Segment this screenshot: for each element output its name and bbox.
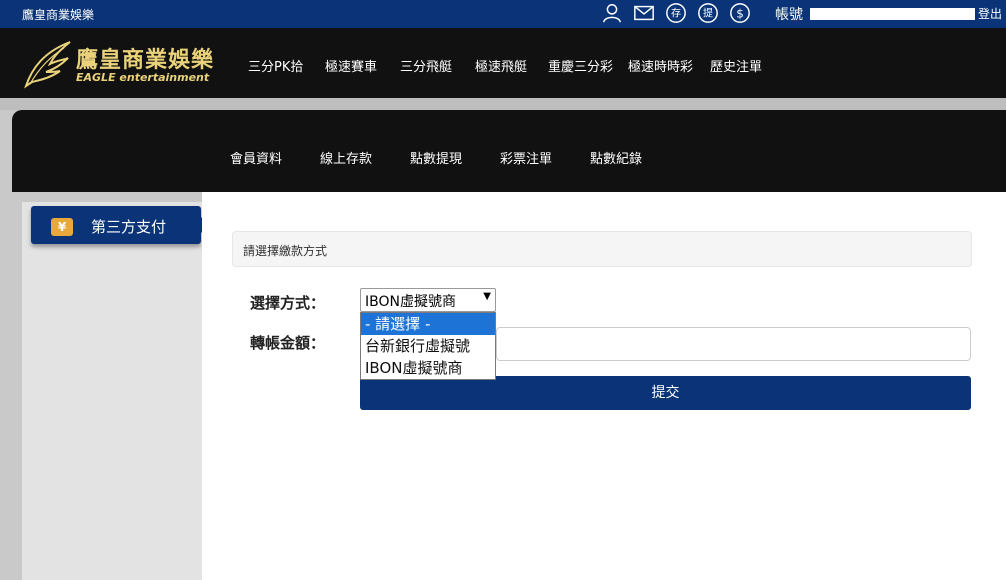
main-nav: 三分PK拾 極速賽車 三分飛艇 極速飛艇 重慶三分彩 極速時時彩 歷史注單 <box>248 56 770 75</box>
sidebar-item-label: 第三方支付 <box>91 218 167 236</box>
logout-link[interactable]: 登出 <box>978 5 1002 22</box>
payment-form: 請選擇繳款方式 選擇方式： IBON虛擬號商 ▼ 轉帳金額： 提交 - 請選擇 … <box>202 192 1006 580</box>
nav-item[interactable]: 三分飛艇 <box>400 56 475 75</box>
payment-method-select[interactable]: IBON虛擬號商 ▼ <box>360 288 496 312</box>
amount-input[interactable] <box>496 327 971 361</box>
divider-strip <box>0 98 1006 110</box>
dropdown-option[interactable]: 台新銀行虛擬號 <box>361 335 495 357</box>
nav-item[interactable]: 重慶三分彩 <box>548 56 628 75</box>
nav-item[interactable]: 極速飛艇 <box>475 56 548 75</box>
member-nav: 會員資料 線上存款 點數提現 彩票注單 點數紀錄 <box>230 148 660 167</box>
dropdown-option[interactable]: IBON虛擬號商 <box>361 357 495 379</box>
instruction-box: 請選擇繳款方式 <box>232 231 972 267</box>
yen-icon: ¥ <box>51 218 73 236</box>
account-label: 帳號 <box>775 7 803 23</box>
svg-text:$: $ <box>736 7 744 21</box>
sub-header: 會員資料 線上存款 點數提現 彩票注單 點數紀錄 <box>12 110 1006 192</box>
nav-item[interactable]: 極速時時彩 <box>628 56 710 75</box>
top-icons: 存 提 $ <box>600 1 752 25</box>
eagle-wing-icon <box>24 41 71 89</box>
subnav-item[interactable]: 線上存款 <box>320 148 410 167</box>
site-name: 鷹皇商業娛樂 <box>22 8 95 22</box>
withdraw-icon[interactable]: 提 <box>696 1 720 25</box>
svg-text:提: 提 <box>703 8 713 20</box>
dropdown-arrow-icon: ▼ <box>483 291 491 302</box>
subnav-item[interactable]: 會員資料 <box>230 148 320 167</box>
instruction-text: 請選擇繳款方式 <box>243 244 328 258</box>
nav-item[interactable]: 極速賽車 <box>325 56 400 75</box>
logo-text-en: EAGLE entertainment <box>76 71 210 84</box>
dollar-icon[interactable]: $ <box>728 1 752 25</box>
sidebar-item-third-party-payment[interactable]: ¥ 第三方支付 <box>31 206 209 244</box>
logo[interactable]: 鷹皇商業娛樂 EAGLE entertainment <box>20 36 220 92</box>
subnav-item[interactable]: 點數提現 <box>410 148 500 167</box>
logo-text-cn: 鷹皇商業娛樂 <box>76 47 215 73</box>
account-value-redacted <box>810 8 975 20</box>
main-header: 鷹皇商業娛樂 EAGLE entertainment 三分PK拾 極速賽車 三分… <box>0 28 1006 98</box>
sidebar <box>22 202 202 580</box>
mail-icon[interactable] <box>632 1 656 25</box>
payment-method-dropdown[interactable]: - 請選擇 - 台新銀行虛擬號 IBON虛擬號商 <box>360 312 496 380</box>
nav-item[interactable]: 歷史注單 <box>710 56 770 75</box>
top-bar: 鷹皇商業娛樂 存 提 $ 帳號 登出 <box>0 0 1006 28</box>
subnav-item[interactable]: 彩票注單 <box>500 148 590 167</box>
deposit-icon[interactable]: 存 <box>664 1 688 25</box>
amount-label: 轉帳金額： <box>250 334 326 352</box>
dropdown-option[interactable]: - 請選擇 - <box>361 313 495 335</box>
subnav-item[interactable]: 點數紀錄 <box>590 148 660 167</box>
user-icon[interactable] <box>600 1 624 25</box>
submit-button[interactable]: 提交 <box>360 376 971 410</box>
select-value: IBON虛擬號商 <box>365 294 456 310</box>
method-label: 選擇方式： <box>250 294 326 312</box>
nav-item[interactable]: 三分PK拾 <box>248 56 325 75</box>
svg-text:存: 存 <box>671 7 681 20</box>
